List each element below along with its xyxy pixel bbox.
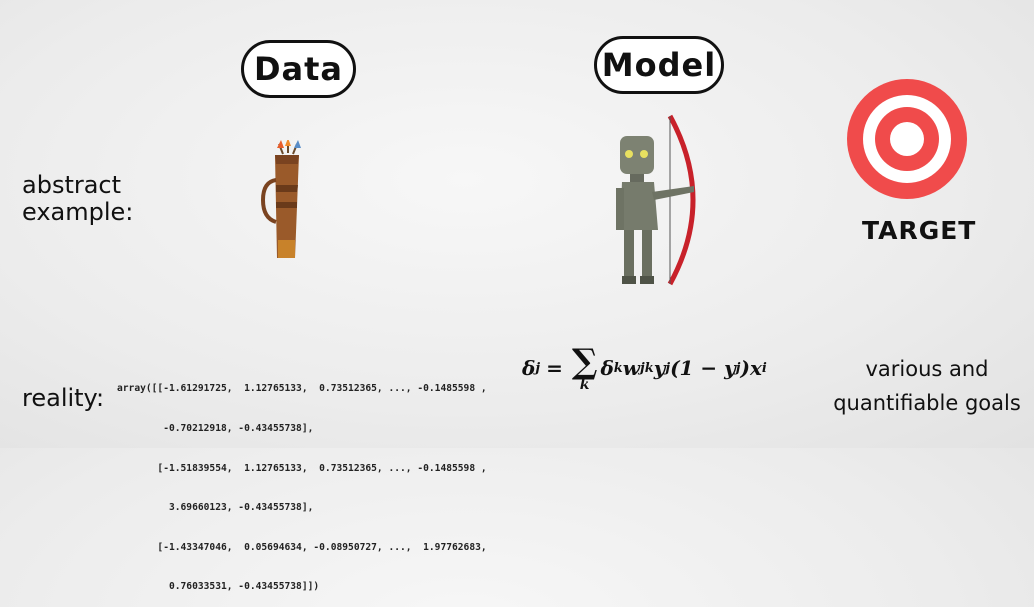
data-array-code: array([[-1.61291725, 1.12765133, 0.73512… (117, 356, 487, 607)
formula-sum: ∑ k (571, 342, 598, 393)
formula-term: δ (600, 356, 614, 380)
target-label: TARGET (862, 216, 977, 245)
formula-term-sub: jk (640, 360, 654, 376)
formula-eq: = (546, 356, 563, 380)
model-header-label: Model (601, 46, 717, 84)
formula-lhs-sub: j (535, 360, 541, 376)
backprop-formula: δ j = ∑ k δ k w jk y j (1 − y j )x i (522, 342, 767, 393)
quiver-icon (255, 138, 315, 265)
formula-term: w (622, 356, 641, 380)
formula-term-sub: i (761, 360, 767, 376)
code-line: [-1.51839554, 1.12765133, 0.73512365, ..… (117, 462, 487, 474)
abstract-example-label: abstract example: (22, 171, 134, 226)
robot-archer-icon (608, 112, 710, 290)
model-header: Model (594, 36, 724, 94)
formula-term: (1 − y (670, 356, 736, 380)
formula-lhs: δ (522, 356, 536, 380)
code-line: array([[-1.61291725, 1.12765133, 0.73512… (117, 383, 487, 395)
formula-term: )x (740, 356, 762, 380)
reality-label: reality: (22, 384, 105, 412)
code-line: [-1.43347046, 0.05694634, -0.08950727, .… (117, 541, 487, 553)
formula-sum-index: k (579, 377, 590, 393)
code-line: 3.69660123, -0.43455738], (117, 502, 314, 514)
formula-term-sub: k (613, 360, 623, 376)
formula-term: y (653, 356, 666, 380)
code-line: -0.70212918, -0.43455738], (117, 423, 314, 435)
code-line: 0.76033531, -0.43455738]]) (117, 581, 320, 593)
goals-text: various and quantifiable goals (833, 357, 1021, 415)
data-header: Data (241, 40, 356, 98)
data-header-label: Data (253, 50, 344, 88)
formula-sigma: ∑ (571, 342, 598, 382)
target-icon (846, 78, 968, 200)
